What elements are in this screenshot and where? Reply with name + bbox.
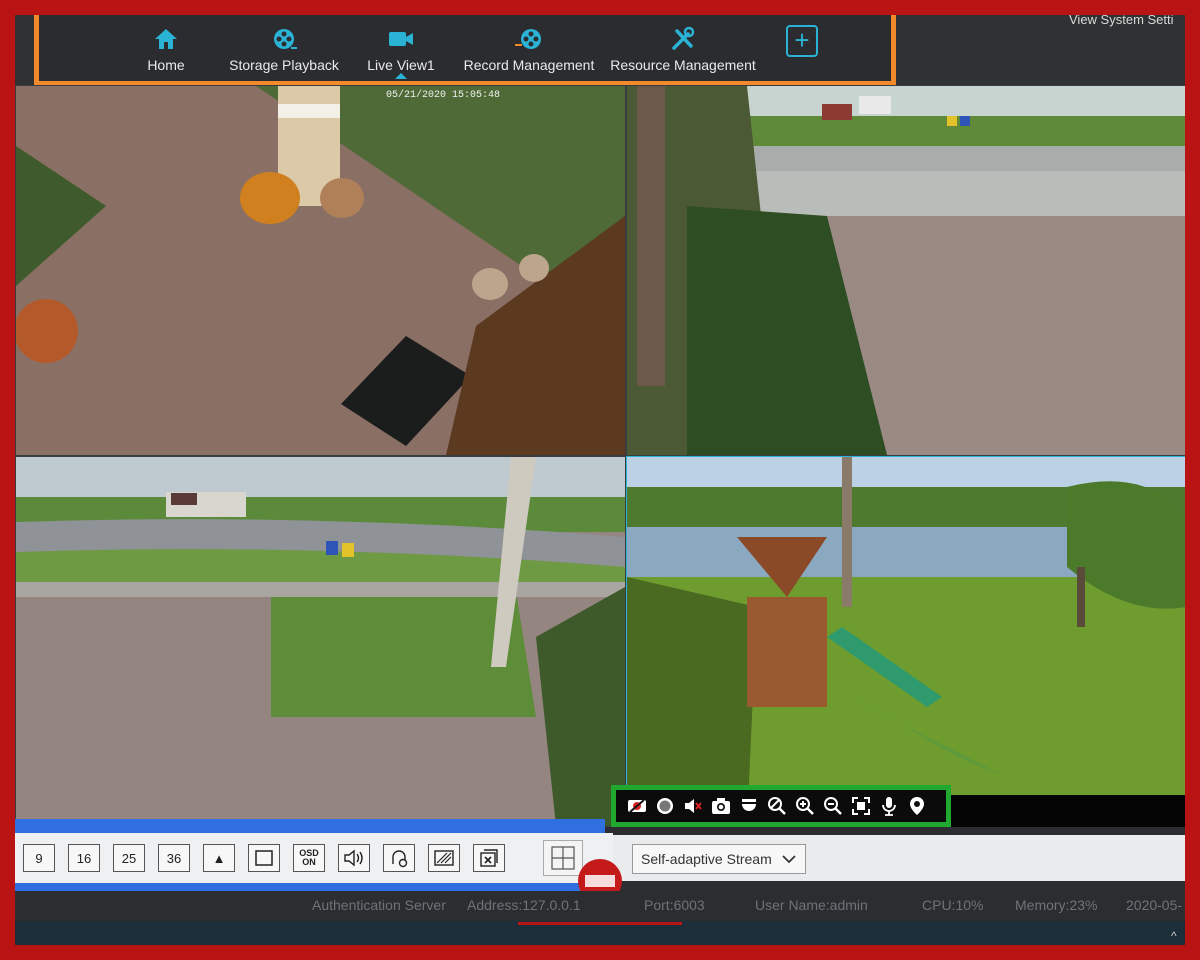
nav-live-view[interactable]: Live View1: [364, 15, 438, 81]
layout-9-button[interactable]: 9: [23, 844, 55, 872]
record-icon: [657, 798, 673, 814]
fit-screen-button[interactable]: [850, 795, 872, 817]
top-bar: Home Storage Playback Live View1 Record …: [15, 15, 1185, 93]
fit-screen-icon: [852, 797, 870, 815]
nav-storage-playback-label: Storage Playback: [229, 56, 339, 73]
location-icon: [910, 797, 924, 815]
tools-icon: [672, 26, 695, 50]
layout-bar: 9 16 25 36 ▲ OSD ON: [15, 833, 613, 883]
camera-feed-street: [16, 457, 625, 826]
lock-screen-button[interactable]: [383, 844, 415, 872]
camera-toolbar: [611, 785, 951, 827]
ptz-button[interactable]: [738, 795, 760, 817]
zoom-disable-button[interactable]: [766, 795, 788, 817]
record-switch-button[interactable]: [626, 795, 648, 817]
osd-toggle-button[interactable]: OSD ON: [293, 844, 325, 872]
nav-live-view-label: Live View1: [367, 56, 435, 73]
status-server: Authentication Server: [312, 897, 446, 913]
stream-type-value: Self-adaptive Stream: [641, 851, 772, 867]
stream-type-select[interactable]: Self-adaptive Stream: [632, 844, 806, 874]
nav-record-management[interactable]: Record Management: [459, 15, 599, 81]
sequence-button[interactable]: ▲: [203, 844, 235, 872]
live-view-grid: 05/21/2020 15:05:48: [15, 85, 1185, 827]
close-all-button[interactable]: [473, 844, 505, 872]
zoom-disable-icon: [768, 797, 786, 815]
status-port: Port:6003: [644, 897, 705, 913]
location-button[interactable]: [906, 795, 928, 817]
camera-feed-backyard: [627, 457, 1185, 826]
camera-tile-backyard[interactable]: [626, 456, 1185, 827]
layout-25-button[interactable]: 25: [113, 844, 145, 872]
layout-16-button[interactable]: 16: [68, 844, 100, 872]
microphone-icon: [882, 797, 896, 816]
status-address: Address:127.0.0.1: [467, 897, 581, 913]
audio-icon: [344, 849, 363, 867]
layout-36-button[interactable]: 36: [158, 844, 190, 872]
snapshot-button[interactable]: [710, 795, 732, 817]
microphone-button[interactable]: [878, 795, 900, 817]
audio-button[interactable]: [338, 844, 370, 872]
osd-toggle-icon: OSD ON: [299, 849, 319, 867]
mute-icon: [685, 799, 702, 813]
zoom-out-icon: [824, 797, 842, 815]
record-button[interactable]: [654, 795, 676, 817]
main-nav: Home Storage Playback Live View1 Record …: [34, 15, 896, 86]
fullscreen-icon: [255, 850, 273, 866]
ptz-icon: [742, 799, 756, 811]
add-tab-button[interactable]: +: [786, 25, 818, 57]
record-switch-icon: [628, 799, 646, 813]
home-icon: [155, 28, 177, 49]
status-memory: Memory:23%: [1015, 897, 1098, 913]
zoom-out-button[interactable]: [822, 795, 844, 817]
zoom-in-button[interactable]: [794, 795, 816, 817]
nav-record-management-label: Record Management: [463, 56, 595, 73]
view-system-settings-link[interactable]: View System Setti: [1069, 15, 1174, 27]
status-date: 2020-05-: [1126, 897, 1183, 913]
zoom-in-icon: [796, 797, 814, 815]
close-all-icon: [480, 849, 498, 867]
camera-toolbar-background: [951, 795, 1185, 827]
nav-resource-management-label: Resource Management: [610, 56, 756, 73]
osd-timestamp: 05/21/2020 15:05:48: [386, 90, 501, 101]
nav-storage-playback[interactable]: Storage Playback: [224, 15, 344, 81]
camera-tile-front-porch[interactable]: 05/21/2020 15:05:48: [15, 85, 626, 456]
chevron-up-icon[interactable]: ^: [1171, 929, 1177, 943]
film-reel-icon: [274, 28, 297, 49]
pattern-icon: [434, 850, 454, 866]
chevron-down-icon: [782, 855, 796, 864]
camera-feed-front-porch: [16, 86, 625, 455]
app-window: Home Storage Playback Live View1 Record …: [15, 15, 1185, 945]
osd-state: ON: [302, 857, 316, 867]
mute-button[interactable]: [682, 795, 704, 817]
nav-home[interactable]: Home: [136, 15, 196, 81]
status-cpu: CPU:10%: [922, 897, 984, 913]
snapshot-icon: [712, 798, 730, 814]
lock-screen-icon: [392, 850, 408, 868]
nav-home-label: Home: [147, 56, 185, 73]
fullscreen-button[interactable]: [248, 844, 280, 872]
nav-resource-management[interactable]: Resource Management: [607, 15, 759, 81]
camera-feed-driveway: [627, 86, 1185, 455]
sequence-icon: ▲: [212, 850, 226, 866]
video-camera-icon: [389, 31, 413, 46]
status-user: User Name:admin: [755, 897, 868, 913]
pattern-button[interactable]: [428, 844, 460, 872]
bottom-indicator: [518, 922, 682, 925]
camera-tile-street[interactable]: [15, 456, 626, 827]
film-reel-icon: [515, 28, 541, 49]
camera-tile-driveway[interactable]: [626, 85, 1185, 456]
status-bar: Authentication Server Address:127.0.0.1 …: [15, 891, 1185, 921]
